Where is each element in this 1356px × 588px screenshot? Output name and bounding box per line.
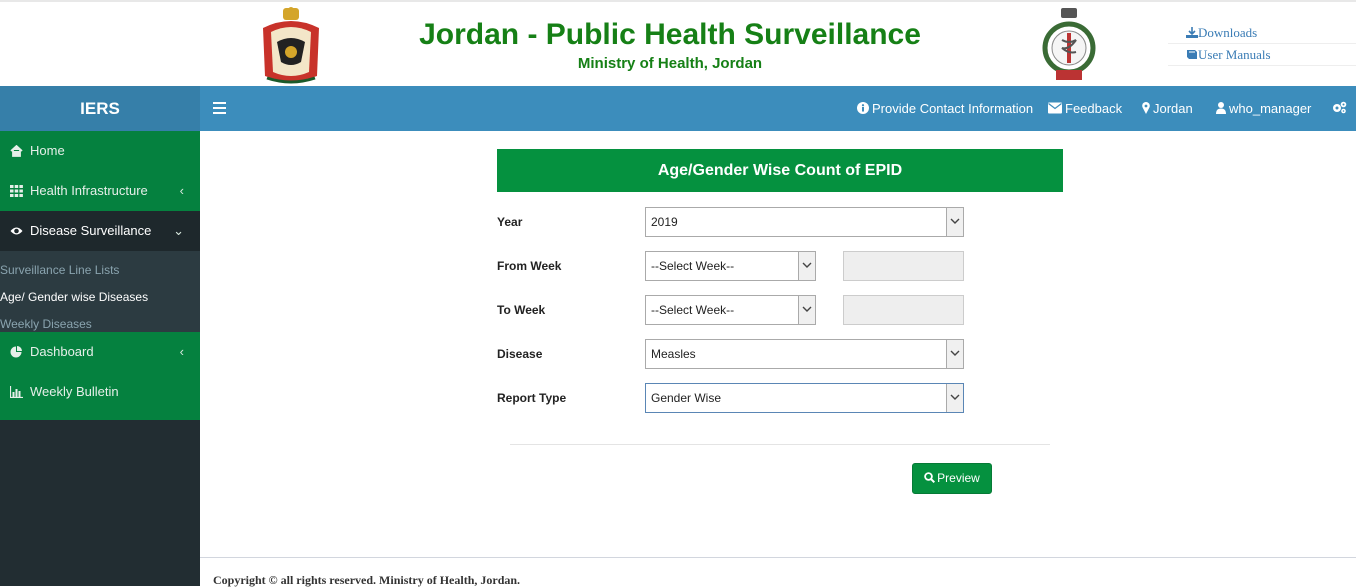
report-type-label: Report Type [497, 391, 567, 405]
from-week-value: --Select Week-- [651, 259, 735, 273]
chevron-down-icon [946, 208, 963, 236]
disease-label: Disease [497, 347, 543, 361]
user-icon [1216, 102, 1226, 114]
settings-button[interactable] [1332, 86, 1350, 131]
downloads-label: Downloads [1198, 25, 1258, 40]
sidebar-item-health-infrastructure[interactable]: Health Infrastructure ‹ [0, 171, 200, 211]
page-header: Jordan - Public Health Surveillance Mini… [0, 0, 1356, 86]
chevron-down-icon [798, 252, 815, 280]
eye-icon [10, 227, 23, 235]
info-icon [857, 102, 869, 114]
chevron-left-icon: ‹ [179, 183, 184, 198]
from-week-row: From Week --Select Week-- [497, 251, 1063, 281]
main-content: Age/Gender Wise Count of EPID Year 2019 … [200, 131, 1356, 557]
report-type-row: Report Type Gender Wise [497, 383, 1063, 413]
sidebar-menu-lower: Dashboard ‹ Weekly Bulletin [0, 332, 200, 420]
user-manuals-label: User Manuals [1198, 47, 1271, 62]
disease-row: Disease Measles [497, 339, 1063, 369]
to-week-date-field [843, 295, 964, 325]
form-title: Age/Gender Wise Count of EPID [497, 149, 1063, 192]
to-week-select[interactable]: --Select Week-- [645, 295, 816, 325]
top-navbar: Provide Contact Information Feedback Jor… [200, 86, 1356, 131]
sidebar-item-disease-surveillance[interactable]: Disease Surveillance ⌄ [0, 211, 200, 251]
user-account-menu[interactable]: who_manager [1216, 86, 1311, 131]
sidebar: IERS Home Health Infrastructure ‹ Diseas… [0, 86, 200, 586]
user-manuals-link[interactable]: User Manuals [1168, 44, 1356, 66]
chevron-down-icon [798, 296, 815, 324]
sidebar-item-label: Weekly Bulletin [30, 384, 119, 399]
envelope-icon [1048, 102, 1062, 114]
year-row: Year 2019 [497, 207, 1063, 237]
sidebar-subitem-age-gender-wise-diseases[interactable]: Age/ Gender wise Diseases [0, 284, 200, 311]
to-week-label: To Week [497, 303, 546, 317]
sidebar-item-weekly-bulletin[interactable]: Weekly Bulletin [0, 372, 200, 412]
page-subtitle: Ministry of Health, Jordan [577, 55, 763, 72]
brand-logo[interactable]: IERS [0, 86, 200, 131]
sidebar-item-label: Health Infrastructure [30, 183, 148, 198]
from-week-select[interactable]: --Select Week-- [645, 251, 816, 281]
form-divider [510, 444, 1050, 445]
sidebar-subitem-surveillance-line-lists[interactable]: Surveillance Line Lists [0, 257, 200, 284]
chevron-down-icon: ⌄ [173, 223, 184, 238]
pie-chart-icon [10, 346, 22, 358]
year-value: 2019 [651, 215, 678, 229]
year-select[interactable]: 2019 [645, 207, 964, 237]
sidebar-item-dashboard[interactable]: Dashboard ‹ [0, 332, 200, 372]
bar-chart-icon [10, 386, 23, 398]
disease-value: Measles [651, 347, 696, 361]
preview-button[interactable]: Preview [912, 463, 992, 494]
map-marker-icon [1142, 102, 1150, 114]
from-week-date-field [843, 251, 964, 281]
sidebar-item-label: Home [30, 143, 65, 158]
gears-icon [1333, 101, 1347, 114]
chevron-left-icon: ‹ [179, 344, 184, 359]
report-form: Age/Gender Wise Count of EPID [497, 149, 1063, 192]
to-week-row: To Week --Select Week-- [497, 295, 1063, 325]
chevron-down-icon [946, 340, 963, 368]
book-icon [1187, 50, 1197, 59]
disease-select[interactable]: Measles [645, 339, 964, 369]
sidebar-toggle-icon[interactable] [213, 102, 226, 114]
downloads-link[interactable]: Downloads [1168, 22, 1356, 44]
page-title: Jordan - Public Health Surveillance [419, 18, 921, 51]
username-label: who_manager [1229, 101, 1312, 116]
provide-contact-information-link[interactable]: Provide Contact Information [857, 86, 1033, 131]
feedback-label: Feedback [1065, 101, 1123, 116]
from-week-label: From Week [497, 259, 562, 273]
location-label: Jordan [1153, 101, 1193, 116]
grid-icon [10, 185, 23, 197]
home-icon [10, 145, 23, 157]
report-type-select[interactable]: Gender Wise [645, 383, 964, 413]
preview-label: Preview [937, 471, 980, 485]
provide-contact-information-label: Provide Contact Information [872, 101, 1034, 116]
page-footer: Copyright © all rights reserved. Ministr… [200, 557, 1356, 587]
year-label: Year [497, 215, 523, 229]
sidebar-item-home[interactable]: Home [0, 131, 200, 171]
chevron-down-icon [946, 384, 963, 412]
ministry-of-health-logo [1042, 8, 1096, 80]
feedback-link[interactable]: Feedback [1048, 86, 1122, 131]
disease-surveillance-submenu: Surveillance Line Lists Age/ Gender wise… [0, 251, 200, 332]
sidebar-item-label: Dashboard [30, 344, 94, 359]
header-links: Downloads User Manuals [1168, 22, 1356, 66]
location-jordan-link[interactable]: Jordan [1142, 86, 1193, 131]
to-week-value: --Select Week-- [651, 303, 735, 317]
report-type-value: Gender Wise [651, 391, 722, 405]
jordan-coat-of-arms-logo [263, 7, 319, 84]
sidebar-item-label: Disease Surveillance [30, 223, 152, 238]
sidebar-menu: Home Health Infrastructure ‹ [0, 131, 200, 211]
download-icon [1186, 27, 1198, 38]
search-icon [924, 472, 936, 483]
